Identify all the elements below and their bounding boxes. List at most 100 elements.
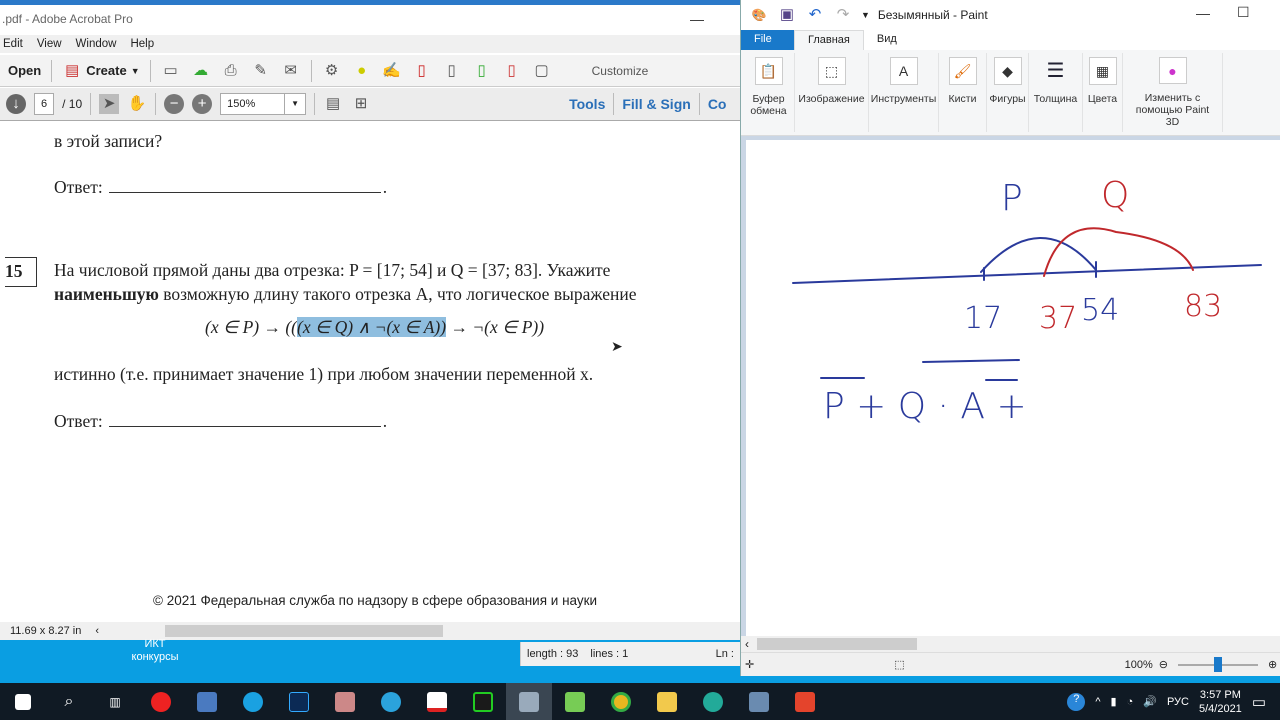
telegram-icon[interactable] xyxy=(368,683,414,720)
line-2-rest: возможную длину такого отрезка A, что ло… xyxy=(158,284,637,304)
search-icon[interactable]: ⌕ xyxy=(46,683,92,720)
zoom-slider[interactable] xyxy=(1177,656,1258,672)
opera-icon[interactable] xyxy=(138,683,184,720)
skype-icon[interactable] xyxy=(230,683,276,720)
clipboard-group[interactable]: 📋 Буфер обмена xyxy=(743,53,795,132)
paint-active-icon[interactable] xyxy=(506,683,552,720)
pdf-page: в этой записи? Ответ:. 15 На числовой пр… xyxy=(5,121,740,622)
more-tools-icon[interactable]: ▢ xyxy=(532,61,552,81)
chrome-icon[interactable] xyxy=(598,683,644,720)
brushes-group[interactable]: 🖌 Кисти xyxy=(939,53,987,132)
cloud-upload-icon[interactable]: ☁ xyxy=(191,61,211,81)
fill-sign-tab[interactable]: Fill & Sign xyxy=(622,96,690,112)
search-doc-icon[interactable]: ▯ xyxy=(442,61,462,81)
app-icon[interactable] xyxy=(184,683,230,720)
comment-tab[interactable]: Co xyxy=(708,96,727,112)
formula[interactable]: (x ∈ P) → (((x ∈ Q) ∧ ¬(x ∈ A)) → ¬(x ∈ … xyxy=(205,317,544,338)
fit-width-icon[interactable]: ⊞ xyxy=(351,94,371,114)
edit-icon[interactable]: ✎ xyxy=(251,61,271,81)
menu-edit[interactable]: Edit xyxy=(3,38,23,50)
colors-group[interactable]: ▦ Цвета xyxy=(1083,53,1123,132)
customize-button[interactable]: Customize xyxy=(592,64,649,78)
language-indicator[interactable]: РУС xyxy=(1167,696,1189,708)
save-icon[interactable]: ▭ xyxy=(161,61,181,81)
menu-view[interactable]: View xyxy=(37,38,62,50)
microphone-icon[interactable]: ▮ xyxy=(1111,695,1117,708)
tab-home[interactable]: Главная xyxy=(794,30,864,50)
notifications-icon[interactable]: ▭ xyxy=(1252,693,1266,711)
network-icon[interactable]: ◔ xyxy=(1127,696,1134,708)
start-button[interactable] xyxy=(0,683,46,720)
comment-icon[interactable]: ● xyxy=(352,61,372,81)
scroll-thumb[interactable] xyxy=(757,638,917,650)
select-tool-icon[interactable]: ➤ xyxy=(99,94,120,114)
gear-icon[interactable]: ⚙ xyxy=(322,61,342,81)
canvas-horizontal-scrollbar[interactable]: ‹ xyxy=(741,636,1280,652)
photoshop-icon[interactable] xyxy=(276,683,322,720)
highlight-icon[interactable]: ✍ xyxy=(382,61,402,81)
menu-window[interactable]: Window xyxy=(76,38,117,50)
zoom-out-button[interactable]: ⊖ xyxy=(1159,658,1168,671)
chrome-profile-icon[interactable] xyxy=(690,683,736,720)
fit-page-icon[interactable]: ▤ xyxy=(323,94,343,114)
create-button[interactable]: Create xyxy=(86,63,126,78)
image-group[interactable]: ⬚ Изображение xyxy=(795,53,869,132)
tools-group[interactable]: A Инструменты xyxy=(869,53,939,132)
minimize-button[interactable]: — xyxy=(1196,5,1210,21)
delete-page-icon[interactable]: ▯ xyxy=(412,61,432,81)
tab-view[interactable]: Вид xyxy=(864,30,910,50)
app-red-icon[interactable] xyxy=(782,683,828,720)
email-icon[interactable]: ✉ xyxy=(281,61,301,81)
selection-size-icon: ⬚ xyxy=(894,659,905,671)
hand-tool-icon[interactable]: ✋ xyxy=(127,94,147,114)
redo-icon[interactable]: ↷ xyxy=(833,5,853,25)
volume-icon[interactable]: 🔊 xyxy=(1143,695,1157,708)
paint-status-bar: ✛ ⬚ 100% ⊖ ⊕ xyxy=(741,652,1280,676)
horizontal-scrollbar[interactable] xyxy=(165,625,443,637)
size-group[interactable]: ☰ Толщина xyxy=(1029,53,1083,132)
page-number-input[interactable]: 6 xyxy=(34,93,55,115)
zoom-in-icon[interactable]: + xyxy=(192,94,213,114)
tab-file[interactable]: File xyxy=(741,30,794,50)
scroll-left-icon[interactable]: ‹ xyxy=(95,625,99,637)
minimize-button[interactable]: — xyxy=(690,11,704,27)
acrobat-taskbar-icon[interactable] xyxy=(414,683,460,720)
quick-access-dropdown[interactable]: ▼ xyxy=(861,10,870,20)
calculator-icon[interactable] xyxy=(736,683,782,720)
page-size: 11.69 x 8.27 in xyxy=(10,625,82,637)
acrobat-window: .pdf - Adobe Acrobat Pro — Edit View Win… xyxy=(0,0,740,640)
zoom-input[interactable]: 150% xyxy=(220,93,286,115)
sign-icon[interactable]: ▯ xyxy=(502,61,522,81)
zoom-dropdown[interactable]: ▼ xyxy=(284,93,307,115)
zoom-out-icon[interactable]: − xyxy=(164,94,185,114)
open-button[interactable]: Open xyxy=(8,63,41,78)
print-icon[interactable]: ⎙ xyxy=(221,61,241,81)
explorer-icon[interactable] xyxy=(644,683,690,720)
shapes-icon: ◆ xyxy=(993,57,1022,85)
task-view-icon[interactable]: ▥ xyxy=(92,683,138,720)
tray-chevron-icon[interactable]: ^ xyxy=(1095,696,1100,708)
paint3d-button[interactable]: ● Изменить с помощью Paint 3D xyxy=(1123,53,1223,132)
next-page-icon[interactable]: ↓ xyxy=(6,94,26,114)
answer-label: Ответ: xyxy=(54,411,103,431)
segment-p-arc xyxy=(980,237,1097,273)
paint-app-icon: 🎨 xyxy=(751,8,767,22)
shapes-group[interactable]: ◆ Фигуры xyxy=(987,53,1029,132)
paint-taskbar-icon[interactable] xyxy=(322,683,368,720)
tools-tab[interactable]: Tools xyxy=(569,96,605,112)
notepad-icon[interactable] xyxy=(552,683,598,720)
desktop-icon[interactable]: ИКТ конкурсы xyxy=(125,638,185,664)
maximize-button[interactable]: ☐ xyxy=(1237,4,1250,21)
task-text-line-3: истинно (т.е. принимает значение 1) при … xyxy=(54,364,594,384)
undo-icon[interactable]: ↶ xyxy=(805,5,825,25)
help-icon[interactable]: ? xyxy=(1067,692,1086,711)
pycharm-icon[interactable] xyxy=(460,683,506,720)
save-icon[interactable]: ▣ xyxy=(777,5,797,25)
paint-title-bar: 🎨 ▣ ↶ ↷ ▼ Безымянный - Paint — ☐ xyxy=(741,0,1280,30)
drawing-canvas[interactable]: P Q 17 37 54 83 P + Q · A + xyxy=(746,140,1280,636)
zoom-in-button[interactable]: ⊕ xyxy=(1268,658,1277,671)
clock[interactable]: 3:57 PM 5/4/2021 xyxy=(1199,688,1242,716)
export-icon[interactable]: ▯ xyxy=(472,61,492,81)
menu-help[interactable]: Help xyxy=(130,38,154,50)
text-selection[interactable]: (x ∈ Q) ∧ ¬(x ∈ A)) xyxy=(297,317,447,337)
